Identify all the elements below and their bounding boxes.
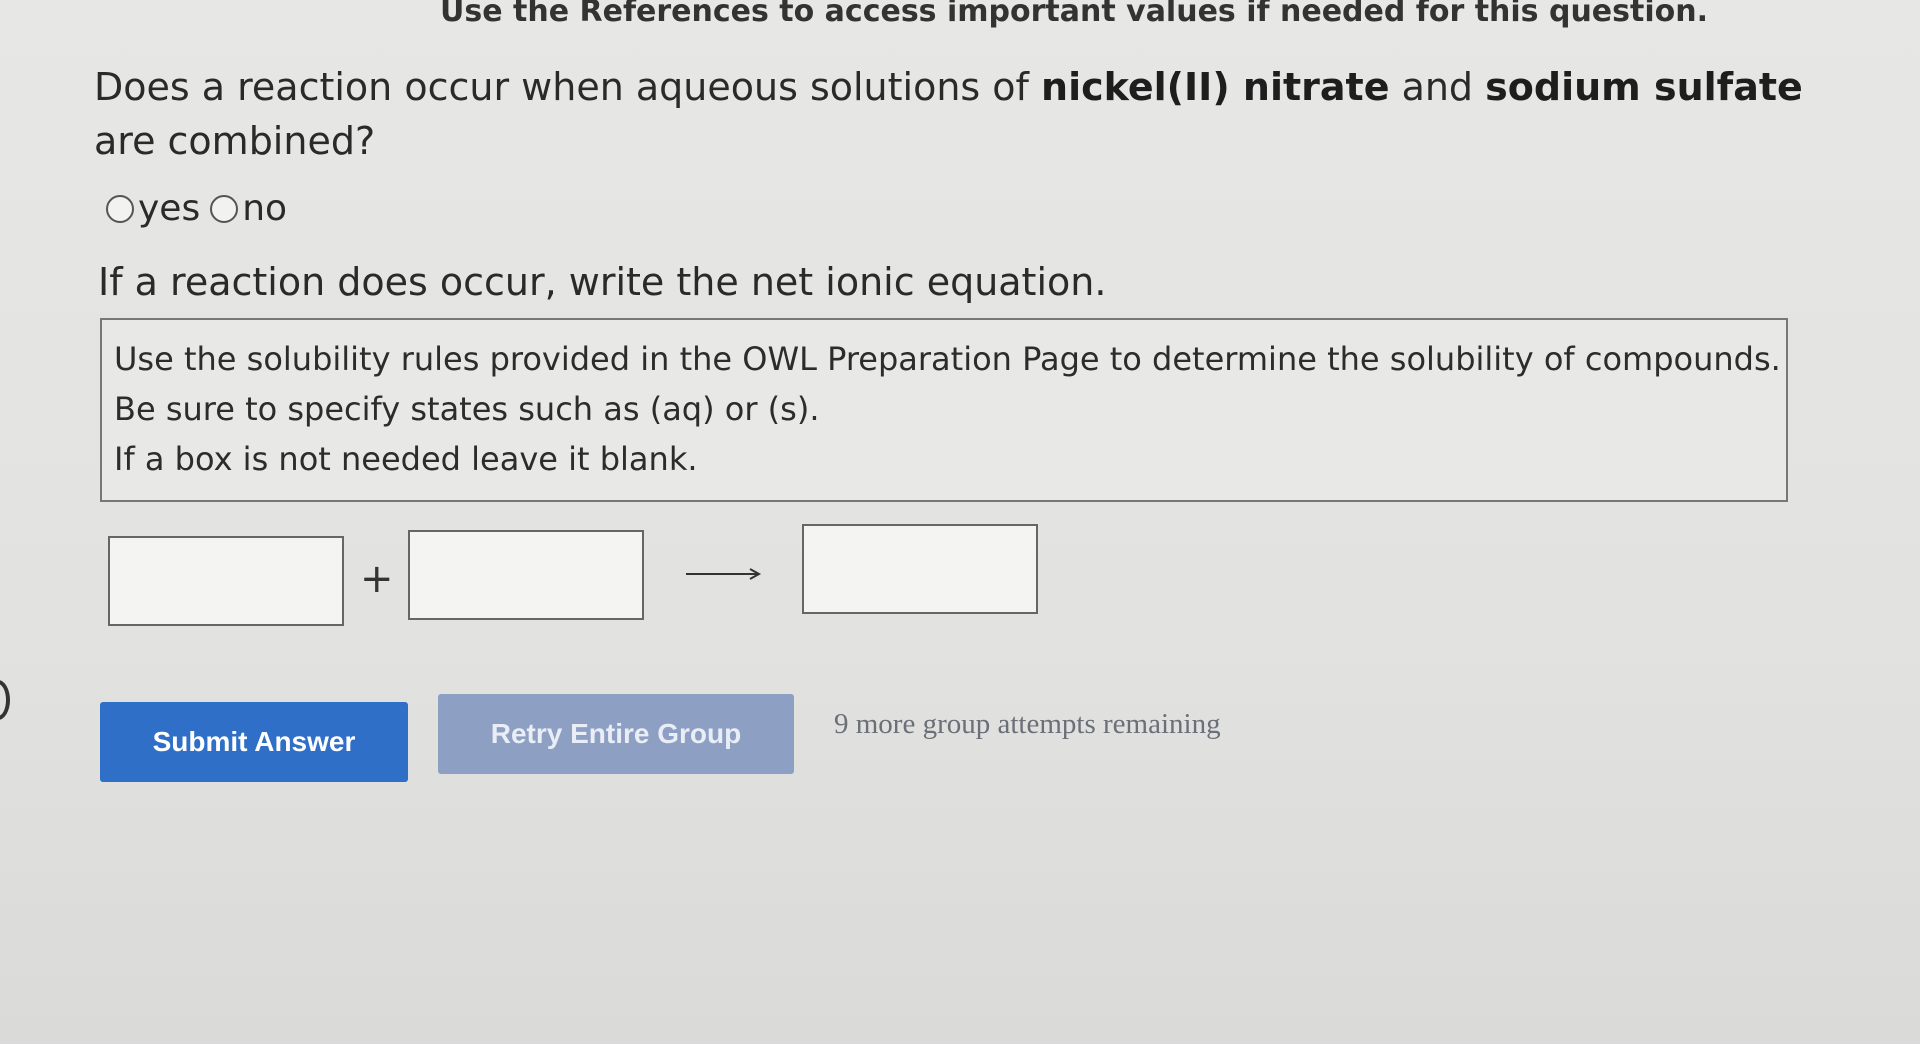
radio-yes-circle[interactable] <box>106 194 134 223</box>
product-input[interactable] <box>802 524 1038 614</box>
question-text: Does a reaction occur when aqueous solut… <box>94 60 1854 168</box>
radio-no-circle[interactable] <box>210 194 239 223</box>
references-text: Use the References to access important v… <box>440 0 1708 29</box>
radio-no[interactable]: no <box>210 188 287 229</box>
reactant-1: nickel(II) nitrate <box>1041 65 1390 109</box>
page: Use the References to access important v… <box>0 0 1920 1044</box>
radio-yes-label: yes <box>138 188 201 229</box>
hint-line-solubility: Use the solubility rules provided in the… <box>114 340 1781 378</box>
hint-line-blank: If a box is not needed leave it blank. <box>114 440 698 478</box>
net-ionic-equation: + <box>108 524 1108 640</box>
radio-no-label: no <box>242 188 288 229</box>
question-prefix: Does a reaction occur when aqueous solut… <box>94 65 1042 109</box>
plus-sign: + <box>360 556 394 602</box>
reaction-radio-group: yes no <box>106 188 297 229</box>
reactant-1-input[interactable] <box>108 536 344 626</box>
attempts-remaining-text: 9 more group attempts remaining <box>834 708 1221 740</box>
radio-yes[interactable]: yes <box>106 188 200 229</box>
reactant-2-input[interactable] <box>408 530 644 620</box>
retry-entire-group-button[interactable]: Retry Entire Group <box>438 694 794 774</box>
reactant-2: sodium sulfate <box>1485 65 1803 109</box>
submit-answer-button[interactable]: Submit Answer <box>100 702 408 782</box>
instruction-text: If a reaction does occur, write the net … <box>98 260 1107 304</box>
question-suffix: are combined? <box>94 119 376 163</box>
partial-circle-icon <box>0 680 10 720</box>
reaction-arrow-icon <box>686 568 762 580</box>
question-middle: and <box>1389 65 1486 109</box>
references-banner: Use the References to access important v… <box>440 0 1708 29</box>
hint-box: Use the solubility rules provided in the… <box>100 318 1788 502</box>
hint-line-states: Be sure to specify states such as (aq) o… <box>114 390 820 428</box>
